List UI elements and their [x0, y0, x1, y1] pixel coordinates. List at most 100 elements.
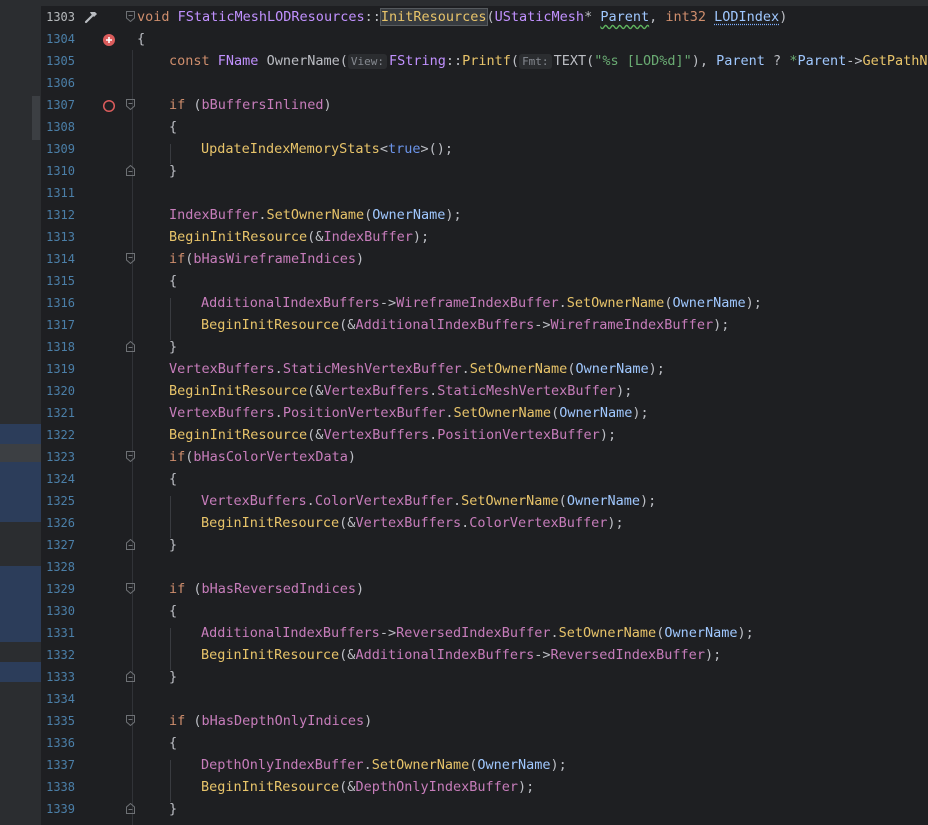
code-line[interactable]: 1326 BeginInitResource(&VertexBuffers.Col…	[41, 512, 928, 534]
code-line[interactable]: 1307 if (bBuffersInlined)	[41, 94, 928, 116]
code-text[interactable]: BeginInitResource(&VertexBuffers.ColorVe…	[201, 512, 624, 534]
line-number[interactable]: 1310	[41, 160, 75, 182]
line-number[interactable]: 1309	[41, 138, 75, 160]
line-number[interactable]: 1329	[41, 578, 75, 600]
code-text[interactable]: if(bHasColorVertexData)	[169, 446, 356, 468]
fold-open-icon[interactable]	[126, 583, 135, 594]
line-number[interactable]: 1324	[41, 468, 75, 490]
code-text[interactable]: BeginInitResource(&DepthOnlyIndexBuffer)…	[201, 776, 534, 798]
line-number[interactable]: 1325	[41, 490, 75, 512]
line-number[interactable]: 1335	[41, 710, 75, 732]
code-text[interactable]: {	[137, 28, 145, 50]
code-line[interactable]: 1329 if (bHasReversedIndices)	[41, 578, 928, 600]
fold-close-icon[interactable]	[126, 165, 135, 176]
line-number[interactable]: 1321	[41, 402, 75, 424]
code-text[interactable]: {	[169, 116, 177, 138]
fold-close-icon[interactable]	[126, 539, 135, 550]
code-line[interactable]: 1309 UpdateIndexMemoryStats<true>();	[41, 138, 928, 160]
code-text[interactable]: BeginInitResource(&AdditionalIndexBuffer…	[201, 644, 721, 666]
code-text[interactable]: {	[169, 600, 177, 622]
code-line[interactable]: 1319 VertexBuffers.StaticMeshVertexBuffer…	[41, 358, 928, 380]
fold-open-icon[interactable]	[126, 451, 135, 462]
code-line[interactable]: 1327}	[41, 534, 928, 556]
code-line[interactable]: 1325 VertexBuffers.ColorVertexBuffer.SetO…	[41, 490, 928, 512]
code-line[interactable]: 1312 IndexBuffer.SetOwnerName(OwnerName);	[41, 204, 928, 226]
code-text[interactable]: AdditionalIndexBuffers->ReversedIndexBuf…	[201, 622, 754, 644]
code-line[interactable]: 1303 void FStaticMeshLODResources::InitRe…	[41, 6, 928, 28]
line-number[interactable]: 1319	[41, 358, 75, 380]
code-line[interactable]: 1316 AdditionalIndexBuffers->WireframeInd…	[41, 292, 928, 314]
code-text[interactable]: const FName OwnerName(View: FString::Prin…	[169, 50, 928, 72]
code-text[interactable]: if (bHasDepthOnlyIndices)	[169, 710, 372, 732]
line-number[interactable]: 1331	[41, 622, 75, 644]
line-number[interactable]: 1307	[41, 94, 75, 116]
line-number[interactable]: 1336	[41, 732, 75, 754]
code-line[interactable]: 1338 BeginInitResource(&DepthOnlyIndexBuf…	[41, 776, 928, 798]
code-text[interactable]: }	[169, 160, 177, 182]
code-line[interactable]: 1318}	[41, 336, 928, 358]
code-line[interactable]: 1323 if(bHasColorVertexData)	[41, 446, 928, 468]
line-number[interactable]: 1327	[41, 534, 75, 556]
code-text[interactable]: IndexBuffer.SetOwnerName(OwnerName);	[169, 204, 462, 226]
code-text[interactable]: DepthOnlyIndexBuffer.SetOwnerName(OwnerN…	[201, 754, 567, 776]
code-line[interactable]: 1331 AdditionalIndexBuffers->ReversedInde…	[41, 622, 928, 644]
code-line[interactable]: 1306	[41, 72, 928, 94]
line-number[interactable]: 1305	[41, 50, 75, 72]
line-number[interactable]: 1333	[41, 666, 75, 688]
line-number[interactable]: 1339	[41, 798, 75, 820]
fold-close-icon[interactable]	[126, 803, 135, 814]
code-line[interactable]: 1333}	[41, 666, 928, 688]
line-number[interactable]: 1334	[41, 688, 75, 710]
code-line[interactable]: 1328	[41, 556, 928, 578]
line-number[interactable]: 1320	[41, 380, 75, 402]
code-line[interactable]: 1308 {	[41, 116, 928, 138]
code-line[interactable]: 1311	[41, 182, 928, 204]
fold-close-icon[interactable]	[126, 671, 135, 682]
code-text[interactable]: VertexBuffers.PositionVertexBuffer.SetOw…	[169, 402, 649, 424]
line-number[interactable]: 1317	[41, 314, 75, 336]
code-text[interactable]: }	[169, 666, 177, 688]
fold-open-icon[interactable]	[126, 99, 135, 110]
code-text[interactable]: }	[169, 798, 177, 820]
code-text[interactable]: if (bHasReversedIndices)	[169, 578, 364, 600]
code-line[interactable]: 1337 DepthOnlyIndexBuffer.SetOwnerName(Ow…	[41, 754, 928, 776]
code-editor[interactable]: 1303 void FStaticMeshLODResources::InitRe…	[41, 6, 928, 825]
line-number[interactable]: 1332	[41, 644, 75, 666]
line-number[interactable]: 1312	[41, 204, 75, 226]
line-number[interactable]: 1308	[41, 116, 75, 138]
hammer-icon[interactable]	[83, 9, 97, 24]
code-line[interactable]: 1339}	[41, 798, 928, 820]
code-text[interactable]: {	[169, 468, 177, 490]
line-number[interactable]: 1318	[41, 336, 75, 358]
code-line[interactable]: 1324 {	[41, 468, 928, 490]
fold-open-icon[interactable]	[126, 11, 135, 22]
code-text[interactable]: BeginInitResource(&VertexBuffers.Positio…	[169, 424, 616, 446]
code-text[interactable]: VertexBuffers.ColorVertexBuffer.SetOwner…	[201, 490, 656, 512]
code-line[interactable]: 1314 if(bHasWireframeIndices)	[41, 248, 928, 270]
code-text[interactable]: }	[169, 336, 177, 358]
code-text[interactable]: {	[169, 270, 177, 292]
line-number[interactable]: 1311	[41, 182, 75, 204]
code-line[interactable]: 1315 {	[41, 270, 928, 292]
line-number[interactable]: 1326	[41, 512, 75, 534]
line-number[interactable]: 1303	[41, 6, 75, 28]
line-number[interactable]: 1306	[41, 72, 75, 94]
code-line[interactable]: 1305 const FName OwnerName(View: FString::…	[41, 50, 928, 72]
code-line[interactable]: 1321 VertexBuffers.PositionVertexBuffer.S…	[41, 402, 928, 424]
code-line[interactable]: 1304 {	[41, 28, 928, 50]
breakpoint-add-icon[interactable]	[102, 32, 116, 46]
code-text[interactable]: VertexBuffers.StaticMeshVertexBuffer.Set…	[169, 358, 665, 380]
code-line[interactable]: 1334	[41, 688, 928, 710]
line-number[interactable]: 1330	[41, 600, 75, 622]
code-line[interactable]: 1332 BeginInitResource(&AdditionalIndexBu…	[41, 644, 928, 666]
code-line[interactable]: 1322 BeginInitResource(&VertexBuffers.Pos…	[41, 424, 928, 446]
code-text[interactable]: {	[169, 732, 177, 754]
code-text[interactable]: if (bBuffersInlined)	[169, 94, 332, 116]
code-line[interactable]: 1317 BeginInitResource(&AdditionalIndexBu…	[41, 314, 928, 336]
line-number[interactable]: 1316	[41, 292, 75, 314]
code-text[interactable]: BeginInitResource(&VertexBuffers.StaticM…	[169, 380, 632, 402]
code-text[interactable]: BeginInitResource(&AdditionalIndexBuffer…	[201, 314, 729, 336]
code-text[interactable]: AdditionalIndexBuffers->WireframeIndexBu…	[201, 292, 762, 314]
line-number[interactable]: 1322	[41, 424, 75, 446]
fold-close-icon[interactable]	[126, 341, 135, 352]
